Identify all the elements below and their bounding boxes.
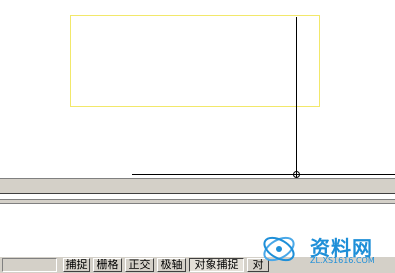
- drawing-canvas[interactable]: [0, 0, 395, 178]
- watermark-url: ZL.XS1616.COM: [310, 256, 375, 265]
- watermark-logo-icon: [263, 236, 295, 262]
- selection-rectangle: [70, 15, 320, 107]
- ortho-toggle-button[interactable]: 正交: [125, 258, 154, 272]
- watermark: 资料网 ZL.XS1616.COM: [258, 228, 395, 273]
- horizontal-scrollbar[interactable]: [0, 178, 395, 194]
- coordinates-display: [2, 258, 57, 272]
- grid-toggle-button[interactable]: 栅格: [93, 258, 122, 272]
- polar-toggle-button[interactable]: 极轴: [157, 258, 186, 272]
- grip-point-icon[interactable]: [293, 171, 300, 178]
- snap-toggle-button[interactable]: 捕捉: [63, 258, 90, 272]
- vertical-line[interactable]: [296, 17, 297, 174]
- horizontal-line[interactable]: [132, 174, 395, 175]
- osnap-toggle-button[interactable]: 对象捕捉: [189, 258, 244, 272]
